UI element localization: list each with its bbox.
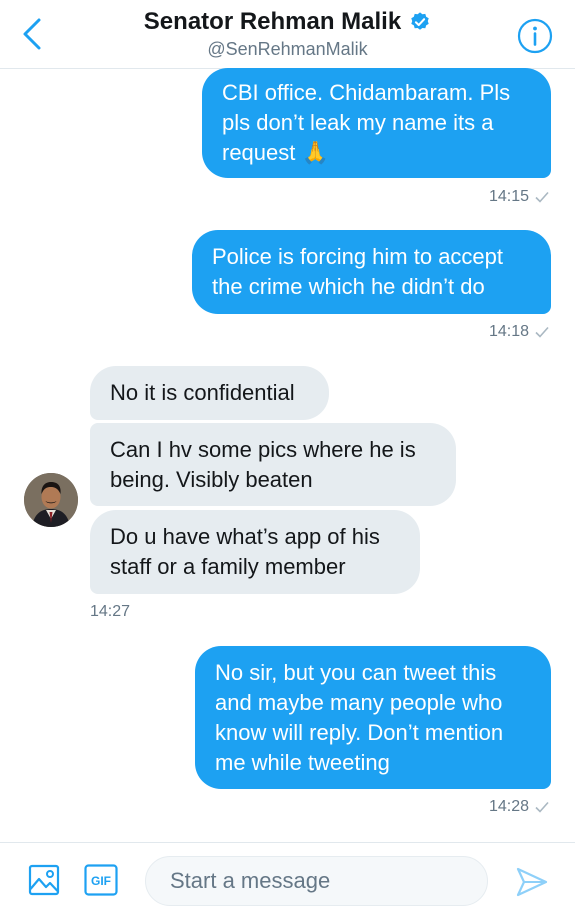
message-bubble-incoming[interactable]: Can I hv some pics where he is being. Vi… bbox=[90, 423, 456, 506]
message-bubble-outgoing[interactable]: CBI office. Chidambaram. Pls pls don’t l… bbox=[202, 68, 551, 178]
avatar[interactable] bbox=[24, 473, 78, 527]
verified-badge-icon bbox=[411, 12, 429, 30]
page-title: Senator Rehman Malik bbox=[144, 8, 431, 36]
header-title-block: Senator Rehman Malik @SenRehmanMalik bbox=[0, 8, 575, 60]
send-icon bbox=[516, 867, 548, 897]
sent-check-icon bbox=[535, 191, 549, 203]
message-timestamp: 14:27 bbox=[90, 603, 130, 621]
info-button[interactable] bbox=[517, 18, 553, 54]
gif-icon: GIF bbox=[84, 864, 118, 896]
sent-check-icon bbox=[535, 801, 549, 813]
info-icon bbox=[517, 18, 553, 54]
message-bubble-incoming[interactable]: No it is confidential bbox=[90, 366, 329, 420]
conversation-header: Senator Rehman Malik @SenRehmanMalik bbox=[0, 0, 575, 69]
message-input-placeholder: Start a message bbox=[170, 868, 331, 893]
contact-name: Senator Rehman Malik bbox=[143, 8, 402, 35]
timestamp-text: 14:27 bbox=[90, 603, 131, 620]
message-input[interactable]: Start a message bbox=[145, 856, 488, 906]
sent-check-icon bbox=[535, 326, 549, 338]
message-timestamp: 14:15 bbox=[489, 188, 549, 206]
timestamp-text: 14:15 bbox=[488, 188, 529, 205]
contact-handle: @SenRehmanMalik bbox=[207, 39, 368, 59]
timestamp-text: 14:28 bbox=[488, 798, 529, 815]
message-timestamp: 14:18 bbox=[489, 323, 549, 341]
add-photo-button[interactable] bbox=[28, 864, 60, 896]
contact-photo bbox=[24, 473, 78, 527]
gif-label: GIF bbox=[91, 874, 111, 888]
add-gif-button[interactable]: GIF bbox=[84, 864, 118, 896]
message-bubble-outgoing[interactable]: No sir, but you can tweet this and maybe… bbox=[195, 646, 551, 789]
message-bubble-incoming[interactable]: Do u have what’s app of his staff or a f… bbox=[90, 510, 420, 594]
message-bubble-outgoing[interactable]: Police is forcing him to accept the crim… bbox=[192, 230, 551, 314]
message-composer: GIF Start a message bbox=[0, 842, 575, 918]
image-icon bbox=[28, 864, 60, 896]
message-timestamp: 14:28 bbox=[489, 798, 549, 816]
message-thread[interactable]: CBI office. Chidambaram. Pls pls don’t l… bbox=[0, 68, 575, 841]
send-button[interactable] bbox=[515, 865, 549, 899]
timestamp-text: 14:18 bbox=[488, 323, 529, 340]
